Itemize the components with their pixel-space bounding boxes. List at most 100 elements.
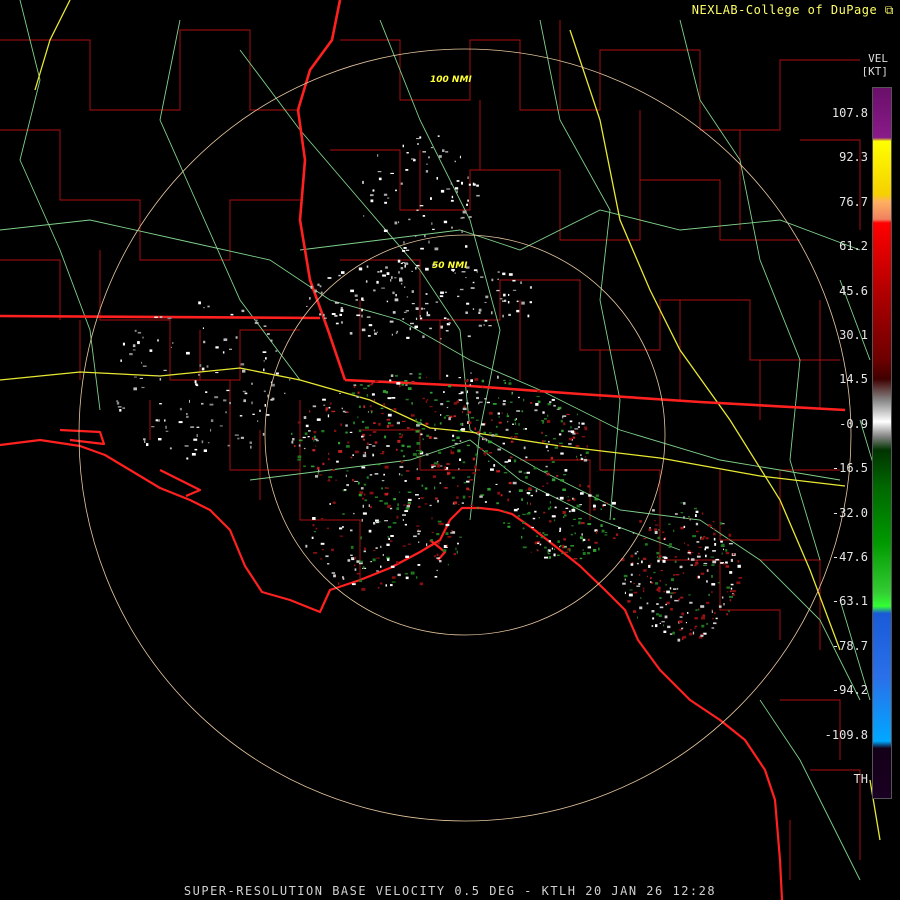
velocity-return xyxy=(367,411,369,413)
velocity-return xyxy=(263,325,267,327)
velocity-return xyxy=(461,230,463,233)
velocity-return xyxy=(512,423,514,425)
legend-label: TH xyxy=(853,772,868,786)
velocity-return xyxy=(491,278,494,282)
velocity-return xyxy=(674,513,678,515)
velocity-return xyxy=(456,180,460,182)
velocity-return xyxy=(360,487,364,490)
velocity-return xyxy=(639,574,641,576)
velocity-return xyxy=(431,517,433,520)
velocity-return xyxy=(737,564,741,568)
velocity-return xyxy=(457,542,459,545)
velocity-return xyxy=(669,587,672,590)
velocity-return xyxy=(510,401,513,403)
velocity-return xyxy=(542,411,545,414)
velocity-return xyxy=(723,603,725,606)
velocity-return xyxy=(440,291,444,294)
velocity-return xyxy=(530,551,532,553)
velocity-return xyxy=(668,545,671,548)
velocity-return xyxy=(476,271,478,273)
velocity-return xyxy=(433,437,438,440)
velocity-return xyxy=(681,627,684,630)
velocity-return xyxy=(415,430,420,433)
velocity-return xyxy=(459,288,464,291)
velocity-return xyxy=(379,582,383,585)
velocity-return xyxy=(698,546,702,548)
velocity-return xyxy=(644,543,648,546)
velocity-return xyxy=(510,456,513,458)
velocity-return xyxy=(725,552,730,555)
velocity-return xyxy=(400,267,404,270)
velocity-return xyxy=(417,530,421,533)
velocity-return xyxy=(472,457,475,461)
velocity-return xyxy=(387,413,392,417)
velocity-return xyxy=(159,403,162,405)
velocity-return xyxy=(378,177,382,181)
velocity-return xyxy=(558,433,562,436)
velocity-return xyxy=(642,587,645,589)
velocity-return xyxy=(346,470,349,472)
velocity-return xyxy=(502,300,505,302)
velocity-return xyxy=(546,472,550,476)
velocity-return xyxy=(654,520,656,522)
velocity-return xyxy=(446,544,448,547)
velocity-return xyxy=(600,524,603,527)
velocity-return xyxy=(728,610,730,613)
velocity-return xyxy=(366,280,368,283)
velocity-return xyxy=(381,487,383,490)
velocity-return xyxy=(578,517,582,520)
velocity-return xyxy=(456,485,459,487)
velocity-return xyxy=(284,392,286,395)
velocity-return xyxy=(402,545,406,547)
velocity-return xyxy=(467,476,471,478)
velocity-return xyxy=(470,379,473,382)
velocity-return xyxy=(434,411,437,413)
velocity-return xyxy=(508,382,512,385)
velocity-return xyxy=(156,375,158,377)
velocity-return xyxy=(503,522,506,524)
velocity-return xyxy=(466,444,470,447)
velocity-return xyxy=(580,457,583,459)
velocity-return xyxy=(445,523,450,527)
velocity-return xyxy=(320,518,324,520)
velocity-return xyxy=(483,431,486,435)
velocity-return xyxy=(338,450,343,453)
velocity-return xyxy=(391,276,393,279)
velocity-return xyxy=(502,442,505,445)
velocity-return xyxy=(576,413,578,416)
velocity-return xyxy=(415,235,417,237)
velocity-return xyxy=(689,632,693,636)
velocity-return xyxy=(357,391,360,394)
velocity-return xyxy=(402,455,405,458)
velocity-return xyxy=(652,509,655,512)
velocity-return xyxy=(696,555,701,558)
velocity-return xyxy=(455,547,457,551)
velocity-return xyxy=(451,439,456,442)
velocity-return xyxy=(605,531,608,533)
velocity-return xyxy=(407,491,412,493)
velocity-return xyxy=(381,412,384,415)
velocity-return xyxy=(322,462,325,466)
legend-label: 14.5 xyxy=(839,372,868,387)
velocity-return xyxy=(250,445,252,449)
velocity-return xyxy=(522,527,525,530)
velocity-return xyxy=(653,571,656,574)
velocity-return xyxy=(400,449,404,452)
velocity-return xyxy=(403,241,405,244)
velocity-return xyxy=(361,314,363,318)
velocity-return xyxy=(411,303,415,305)
velocity-return xyxy=(544,534,548,536)
velocity-return xyxy=(680,512,684,514)
velocity-return xyxy=(334,302,339,304)
velocity-return xyxy=(726,591,729,593)
velocity-return xyxy=(468,183,471,186)
velocity-return xyxy=(313,440,315,442)
velocity-return xyxy=(360,536,362,540)
velocity-return xyxy=(385,584,387,587)
velocity-return xyxy=(636,551,639,553)
velocity-return xyxy=(392,291,395,295)
velocity-return xyxy=(320,558,323,560)
velocity-return xyxy=(366,394,369,397)
velocity-return xyxy=(325,555,329,558)
velocity-return xyxy=(201,402,204,405)
